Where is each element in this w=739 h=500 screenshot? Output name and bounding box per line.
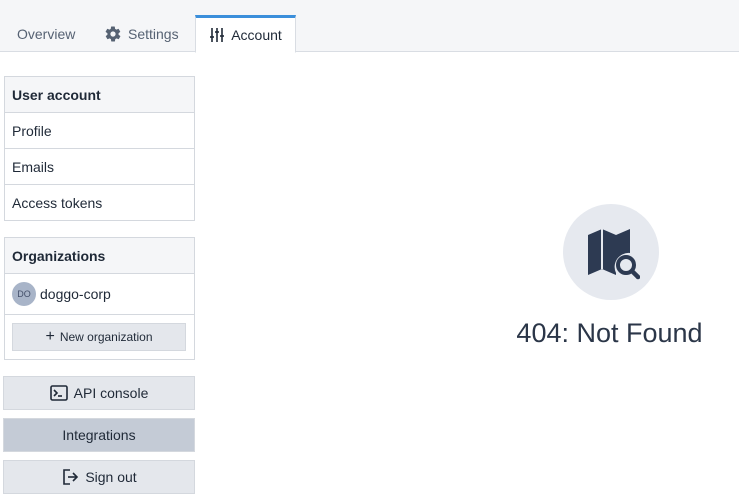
sliders-icon — [209, 27, 225, 43]
tab-account-label: Account — [231, 27, 282, 43]
api-console-button[interactable]: API console — [3, 376, 195, 410]
api-console-label: API console — [73, 385, 149, 401]
gear-icon — [104, 25, 122, 43]
sidebar-item-emails[interactable]: Emails — [5, 149, 194, 185]
tab-overview[interactable]: Overview — [17, 15, 75, 52]
integrations-label: Integrations — [62, 427, 136, 443]
plus-icon: + — [45, 328, 55, 345]
org-name: doggo-corp — [40, 286, 111, 302]
tab-settings[interactable]: Settings — [104, 15, 179, 52]
new-organization-wrap: + New organization — [5, 315, 194, 359]
integrations-button[interactable]: Integrations — [3, 418, 195, 452]
user-account-panel: User account Profile Emails Access token… — [4, 76, 195, 221]
sidebar-item-profile[interactable]: Profile — [5, 113, 194, 149]
map-search-icon — [563, 204, 659, 300]
new-organization-button[interactable]: + New organization — [12, 323, 186, 351]
avatar: DO — [12, 282, 36, 306]
new-organization-label: New organization — [59, 330, 153, 344]
sidebar-item-access-tokens[interactable]: Access tokens — [5, 185, 194, 221]
organizations-heading: Organizations — [5, 238, 194, 274]
org-item-doggo-corp[interactable]: DO doggo-corp — [5, 274, 194, 315]
sign-out-button[interactable]: Sign out — [3, 460, 195, 494]
organizations-panel: Organizations DO doggo-corp + New organi… — [4, 237, 195, 360]
tab-account[interactable]: Account — [195, 15, 296, 53]
sign-out-label: Sign out — [85, 469, 137, 485]
user-account-heading: User account — [5, 77, 194, 113]
sign-out-icon — [61, 468, 79, 486]
tab-overview-label: Overview — [17, 25, 76, 42]
tab-settings-label: Settings — [128, 25, 179, 42]
tab-bar: Overview Settings Account — [0, 0, 739, 53]
terminal-icon — [49, 385, 68, 401]
not-found-message: 404: Not Found — [516, 318, 703, 348]
